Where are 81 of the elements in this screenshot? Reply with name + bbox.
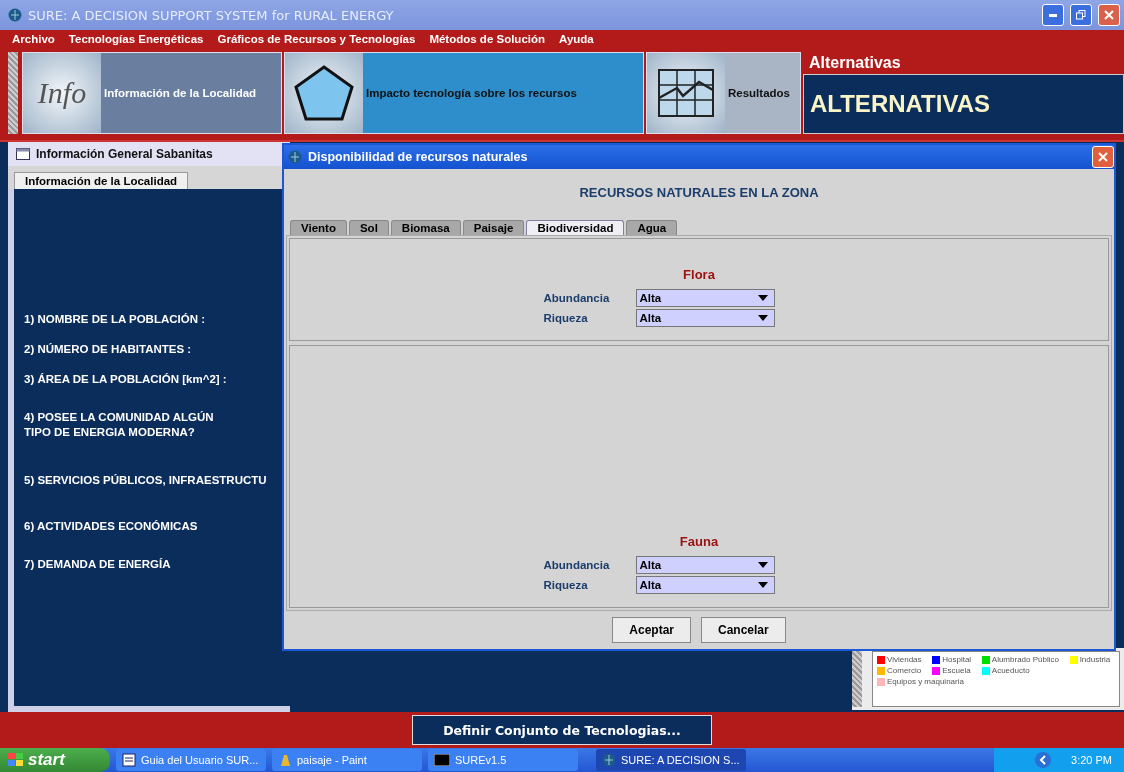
globe-icon — [602, 753, 616, 767]
field-label: Riqueza — [543, 311, 589, 324]
tab[interactable]: Paisaje — [462, 220, 525, 235]
legend-label: Escuela — [942, 666, 971, 675]
console-icon — [434, 754, 450, 766]
section-title: Fauna — [679, 534, 719, 549]
toolbar-grip[interactable] — [8, 52, 18, 134]
caret-icon — [757, 314, 768, 321]
taskbar-button[interactable]: SURE: A DECISION S... — [596, 749, 746, 771]
dialog-button[interactable]: Cancelar — [701, 617, 786, 643]
field-label: Abundancia — [543, 559, 611, 571]
frame-title: Información General Sabanitas — [36, 147, 213, 161]
panel-grip[interactable] — [852, 651, 862, 707]
tab[interactable]: Biodiversidad — [526, 220, 625, 235]
question-label: 2) NÚMERO DE HABITANTES : — [24, 342, 193, 357]
taskbar-button[interactable]: paisaje - Paint — [272, 749, 422, 771]
chevron-icon[interactable] — [1035, 752, 1052, 768]
toolbar-button[interactable]: Impacto tecnología sobre los recursos — [284, 52, 644, 134]
pentagon-icon — [292, 63, 356, 123]
legend-label: Comercio — [887, 666, 922, 675]
question-label: 4) POSEE LA COMUNIDAD ALGÚN TIPO DE ENERGIA MODERNA? — [24, 410, 215, 440]
tab[interactable]: Sol — [348, 220, 389, 235]
caret-icon — [757, 562, 768, 568]
tab[interactable]: Biomasa — [390, 220, 461, 235]
question-label: 1) NOMBRE DE LA POBLACIÓN : — [24, 312, 207, 327]
restore-icon — [1076, 10, 1086, 20]
legend-label: Equipos y maquinaria — [887, 677, 964, 686]
menu-item[interactable]: Métodos de Solución — [429, 33, 546, 45]
alternatives-label: Alternativas — [808, 53, 902, 73]
caret-icon — [757, 294, 768, 301]
caret-icon — [757, 582, 768, 588]
legend-label: Alumbrado Público — [991, 655, 1059, 664]
legend-label: Industria — [1079, 655, 1111, 664]
dropdown[interactable]: Alta — [635, 576, 775, 594]
taskbar-button[interactable]: SUREv1.5 — [428, 749, 578, 771]
start-button[interactable]: start — [0, 748, 110, 772]
toolbar-button[interactable]: Resultados — [646, 52, 801, 134]
legend-label: Viviendas — [887, 655, 922, 664]
alternatives-dropdown[interactable]: ALTERNATIVAS — [803, 74, 1124, 134]
menu-item[interactable]: Ayuda — [559, 33, 594, 45]
globe-icon — [288, 150, 302, 164]
menu-item[interactable]: Archivo — [12, 33, 55, 45]
taskbar-button[interactable]: Guia del Usuario SUR... — [116, 749, 266, 771]
clock: 3:20 PM — [1071, 754, 1112, 766]
restore-button[interactable] — [1070, 4, 1092, 26]
minimize-icon — [1049, 13, 1057, 17]
tab[interactable]: Información de la Localidad — [14, 172, 189, 189]
dropdown[interactable]: Alta — [635, 308, 775, 327]
line-chart-icon — [657, 68, 715, 118]
section-title: Flora — [683, 266, 715, 282]
close-button[interactable] — [1098, 4, 1120, 26]
globe-icon — [8, 8, 22, 22]
field-label: Riqueza — [543, 579, 589, 591]
question-label: 3) ÁREA DE LA POBLACIÓN [km^2] : — [24, 372, 228, 387]
legend-label: Acueducto — [991, 666, 1030, 675]
close-icon — [1098, 152, 1108, 162]
menu-item[interactable]: Gráficos de Recursos y Tecnologías — [217, 33, 416, 45]
dialog-button[interactable]: Aceptar — [612, 617, 691, 643]
minimize-button[interactable] — [1042, 4, 1064, 26]
window-icon — [16, 148, 30, 160]
close-button[interactable] — [1092, 146, 1114, 168]
question-label: 5) SERVICIOS PÚBLICOS, INFRAESTRUCTU — [24, 473, 268, 488]
dialog-title: Disponibilidad de recursos naturales — [308, 150, 529, 164]
legend-label: Hospital — [942, 655, 972, 664]
document-icon — [122, 753, 136, 767]
toolbar-button[interactable]: Info Información de la Localidad — [22, 52, 282, 134]
field-label: Abundancia — [543, 291, 611, 304]
define-button[interactable]: Definir Conjunto de Tecnologias... — [412, 715, 712, 745]
question-label: 7) DEMANDA DE ENERGÍA — [24, 557, 172, 572]
info-icon: Info — [23, 53, 101, 133]
dialog-heading: RECURSOS NATURALES EN LA ZONA — [578, 184, 820, 202]
windows-flag-icon — [8, 753, 24, 767]
tab[interactable]: Agua — [626, 220, 678, 235]
tab[interactable]: Viento — [290, 220, 347, 235]
dropdown[interactable]: Alta — [635, 288, 775, 307]
question-label: 6) ACTIVIDADES ECONÓMICAS — [24, 519, 199, 534]
paint-icon — [278, 753, 292, 767]
dropdown[interactable]: Alta — [635, 556, 775, 574]
close-icon — [1104, 10, 1114, 20]
window-title: SURE: A DECISION SUPPORT SYSTEM for RURAL ENERGY — [28, 7, 395, 23]
menu-item[interactable]: Tecnologías Energéticas — [68, 33, 204, 45]
